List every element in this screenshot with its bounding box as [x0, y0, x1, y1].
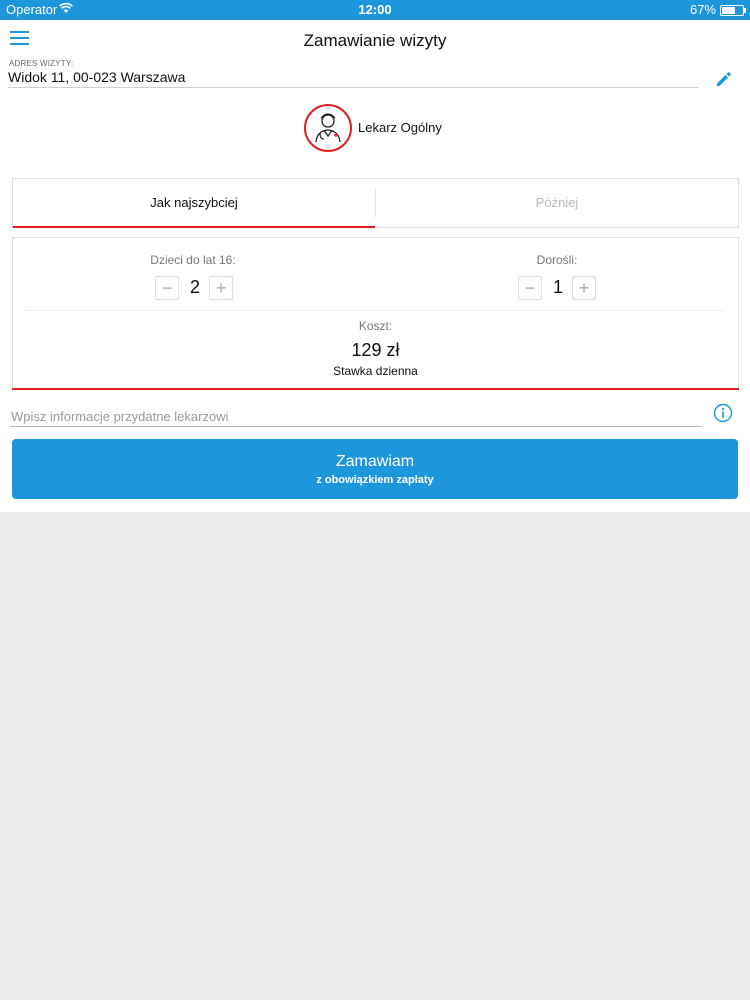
active-tab-indicator: [13, 226, 375, 228]
tab-asap[interactable]: Jak najszybciej: [13, 179, 375, 228]
order-form: Zamawianie wizyty ADRES WIZYTY: Widok 11…: [0, 20, 750, 512]
adults-decrement-button[interactable]: −: [518, 276, 542, 300]
order-button-sublabel: z obowiązkiem zapłaty: [316, 474, 434, 486]
tab-later-label: Później: [535, 195, 579, 210]
address-field[interactable]: Widok 11, 00-023 Warszawa: [8, 69, 185, 85]
order-button[interactable]: Zamawiam z obowiązkiem zapłaty: [12, 439, 738, 499]
children-decrement-button[interactable]: −: [155, 276, 179, 300]
order-button-label: Zamawiam: [335, 453, 415, 470]
adults-increment-button[interactable]: +: [572, 276, 596, 300]
patients-and-cost-panel: Dzieci do lat 16: − 2 + Dorośli: − 1 + K…: [12, 237, 739, 390]
address-label: ADRES WIZYTY:: [9, 59, 74, 68]
cost-label: Koszt:: [358, 319, 393, 333]
doctor-type-label: Lekarz Ogólny: [358, 120, 442, 135]
clock: 12:00: [358, 2, 392, 17]
timing-tabs: Jak najszybciej Później: [12, 178, 739, 228]
doctor-note-input[interactable]: [10, 406, 701, 427]
adults-label: Dorośli:: [536, 253, 578, 267]
children-label: Dzieci do lat 16:: [150, 253, 236, 267]
tab-asap-label: Jak najszybciej: [150, 195, 238, 210]
adults-stepper: − 1 +: [518, 276, 598, 300]
divider: [25, 310, 725, 311]
battery-icon: [720, 5, 746, 16]
panel-underline: [12, 388, 739, 390]
battery-percent: 67%: [689, 2, 716, 17]
info-icon[interactable]: [713, 403, 733, 423]
adults-count: 1: [552, 277, 563, 297]
status-bar: Operator 12:00 67%: [0, 0, 750, 20]
cost-value: 129 zł: [351, 340, 400, 360]
children-count: 2: [189, 277, 200, 297]
address-underline: [8, 87, 698, 88]
page-title: Zamawianie wizyty: [303, 31, 447, 50]
tab-later[interactable]: Później: [376, 179, 738, 227]
children-increment-button[interactable]: +: [209, 276, 233, 300]
children-stepper: − 2 +: [155, 276, 235, 300]
cost-rate: Stawka dzienna: [333, 364, 418, 378]
doctor-icon[interactable]: [304, 104, 352, 152]
pencil-icon[interactable]: [714, 69, 734, 89]
